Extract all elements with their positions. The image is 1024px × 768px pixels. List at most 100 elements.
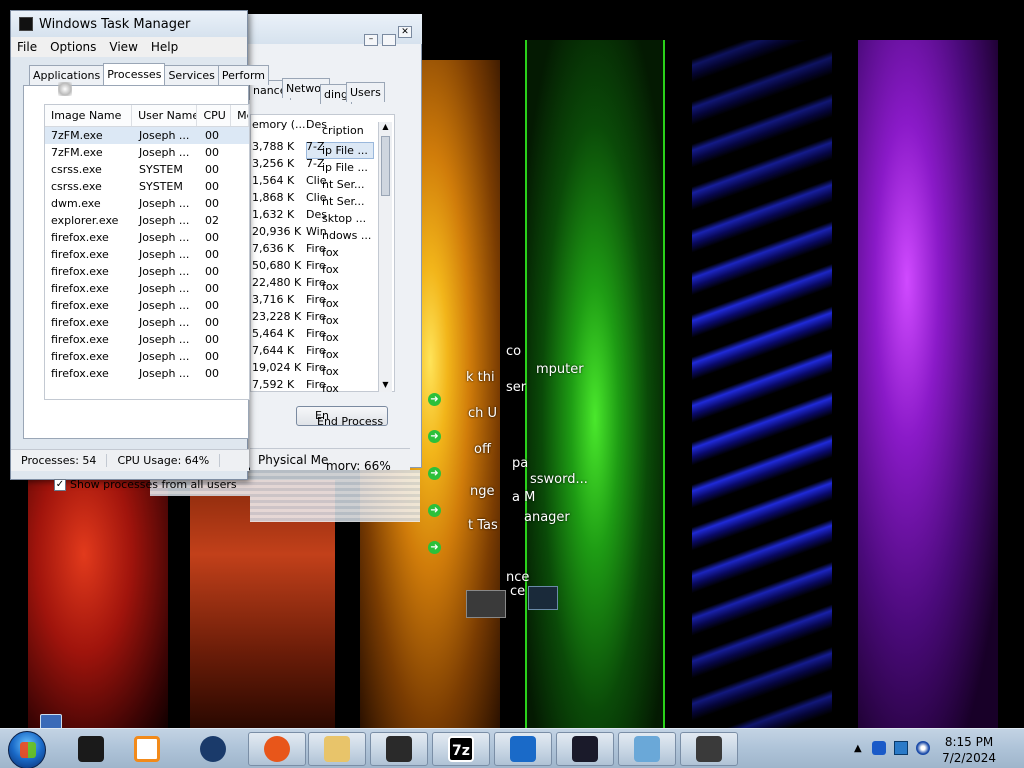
- scrollbar-thumb[interactable]: [381, 136, 390, 196]
- process-image-name: firefox.exe: [51, 333, 109, 346]
- process-cpu: 00: [205, 367, 219, 380]
- process-user-name: Joseph ...: [139, 299, 190, 312]
- table-row[interactable]: explorer.exe Joseph ... 02: [45, 212, 249, 229]
- menu-view[interactable]: View: [109, 40, 137, 54]
- description-value-fragment: fox: [322, 314, 339, 327]
- menu-file[interactable]: File: [17, 40, 37, 54]
- tab-users[interactable]: Users: [346, 82, 385, 102]
- user-name-column-header[interactable]: User Name: [132, 105, 198, 126]
- tab-processes[interactable]: Processes: [103, 63, 166, 85]
- table-row[interactable]: 7zFM.exe Joseph ... 00: [45, 144, 249, 161]
- table-row[interactable]: csrss.exe SYSTEM 00: [45, 178, 249, 195]
- desktop-text-fragment: k thi: [466, 370, 495, 385]
- description-value-fragment: fox: [322, 263, 339, 276]
- arrow-right-icon[interactable]: ➜: [428, 393, 441, 406]
- volume-icon[interactable]: [916, 741, 930, 755]
- table-row[interactable]: firefox.exe Joseph ... 00: [45, 263, 249, 280]
- image-name-column-header[interactable]: Image Name: [45, 105, 133, 126]
- table-row[interactable]: firefox.exe Joseph ... 00: [45, 297, 249, 314]
- minimize-icon[interactable]: –: [364, 34, 378, 46]
- table-row[interactable]: firefox.exe Joseph ... 00: [45, 331, 249, 348]
- windows-orb-icon[interactable]: [8, 731, 46, 768]
- taskbar-button[interactable]: [118, 732, 176, 766]
- scroll-down-icon[interactable]: ▼: [379, 380, 392, 392]
- process-user-name: Joseph ...: [139, 282, 190, 295]
- table-row[interactable]: firefox.exe Joseph ... 00: [45, 246, 249, 263]
- process-cpu: 00: [205, 265, 219, 278]
- wallpaper-panel-green: [525, 40, 665, 728]
- process-image-name: 7zFM.exe: [51, 129, 103, 142]
- process-cpu: 00: [205, 231, 219, 244]
- description-value-fragment: fox: [322, 280, 339, 293]
- taskbar-button[interactable]: [494, 732, 552, 766]
- vertical-scrollbar[interactable]: ▲ ▼: [378, 122, 392, 392]
- checkbox-box[interactable]: ✓: [54, 478, 66, 491]
- process-user-name: Joseph ...: [139, 146, 190, 159]
- end-process-button[interactable]: En End Process: [296, 406, 388, 428]
- menu-bar: File Options View Help: [11, 37, 247, 57]
- memory-value: 7,592 K: [252, 378, 295, 391]
- processes-tab-content: Image Name User Name CPU Me 7zFM.exe Jose…: [23, 85, 250, 491]
- tray-app-icon[interactable]: [894, 741, 908, 755]
- button-fragment[interactable]: [528, 586, 558, 610]
- menu-options[interactable]: Options: [50, 40, 96, 54]
- show-all-users-checkbox[interactable]: ✓ Show processes from all users: [54, 478, 237, 491]
- memory-value: 1,564 K: [252, 174, 295, 187]
- memory-value: 1,868 K: [252, 191, 295, 204]
- taskbar-button[interactable]: [680, 732, 738, 766]
- memory-column-header[interactable]: Me: [231, 105, 249, 126]
- phone-app-icon: [510, 736, 536, 762]
- memory-value: 7,636 K: [252, 242, 295, 255]
- taskbar-button[interactable]: [370, 732, 428, 766]
- taskbar-button[interactable]: [62, 732, 120, 766]
- maximize-icon[interactable]: [382, 34, 396, 46]
- taskbar-button[interactable]: [556, 732, 614, 766]
- description-value-fragment: nt Ser...: [322, 178, 365, 191]
- taskbar-button[interactable]: 7z: [432, 732, 490, 766]
- desktop-text-fragment: off: [474, 442, 491, 457]
- process-table: Image Name User Name CPU Me 7zFM.exe Jose…: [44, 104, 250, 400]
- network-icon[interactable]: [872, 741, 886, 755]
- arrow-right-icon[interactable]: ➜: [428, 504, 441, 517]
- cpu-column-header[interactable]: CPU: [197, 105, 232, 126]
- table-row[interactable]: 7zFM.exe Joseph ... 00: [45, 127, 249, 144]
- table-row[interactable]: firefox.exe Joseph ... 00: [45, 365, 249, 382]
- taskbar-button[interactable]: [308, 732, 366, 766]
- description-value-fragment: fox: [322, 348, 339, 361]
- description-value-fragment: fox: [322, 382, 339, 395]
- table-row[interactable]: firefox.exe Joseph ... 00: [45, 314, 249, 331]
- taskbar-button[interactable]: [184, 732, 242, 766]
- arrow-right-icon[interactable]: ➜: [428, 430, 441, 443]
- tab-performance[interactable]: Perform: [217, 65, 270, 85]
- process-user-name: Joseph ...: [139, 214, 190, 227]
- cancel-button-fragment[interactable]: [466, 590, 506, 618]
- taskbar-button[interactable]: [248, 732, 306, 766]
- memory-column-header[interactable]: emory (...: [252, 118, 306, 131]
- table-row[interactable]: firefox.exe Joseph ... 00: [45, 229, 249, 246]
- clock[interactable]: 8:15 PM 7/2/2024: [942, 734, 996, 766]
- description-value-fragment: nt Ser...: [322, 195, 365, 208]
- paint-icon: [634, 736, 660, 762]
- arrow-right-icon[interactable]: ➜: [428, 467, 441, 480]
- sevenzip-icon: 7z: [448, 736, 474, 762]
- table-row[interactable]: firefox.exe Joseph ... 00: [45, 348, 249, 365]
- close-icon[interactable]: ✕: [398, 26, 412, 38]
- menu-help[interactable]: Help: [151, 40, 178, 54]
- desktop-text-fragment: a M: [512, 490, 536, 505]
- memory-value: 50,680 K: [252, 259, 302, 272]
- process-user-name: Joseph ...: [139, 350, 190, 363]
- process-user-name: Joseph ...: [139, 316, 190, 329]
- taskbar-button[interactable]: [618, 732, 676, 766]
- show-hidden-icons-icon[interactable]: ▲: [854, 743, 862, 754]
- table-row[interactable]: dwm.exe Joseph ... 00: [45, 195, 249, 212]
- tab-services[interactable]: Services: [164, 65, 219, 85]
- desktop-text-fragment: co: [506, 344, 522, 359]
- scroll-up-icon[interactable]: ▲: [379, 122, 392, 134]
- desktop-text-fragment: anager: [524, 510, 570, 525]
- arrow-right-icon[interactable]: ➜: [428, 541, 441, 554]
- table-row[interactable]: firefox.exe Joseph ... 00: [45, 280, 249, 297]
- command-prompt-icon: [78, 736, 104, 762]
- process-image-name: firefox.exe: [51, 316, 109, 329]
- title-bar[interactable]: Windows Task Manager: [11, 11, 247, 37]
- table-row[interactable]: csrss.exe SYSTEM 00: [45, 161, 249, 178]
